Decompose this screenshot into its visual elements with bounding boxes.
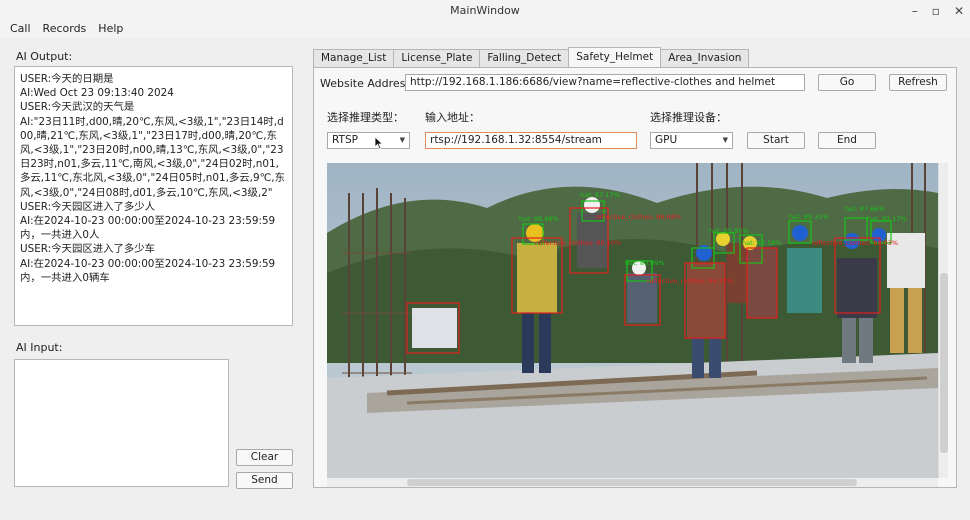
- menu-records[interactable]: Records: [43, 22, 87, 38]
- website-address-label: Website Address:: [320, 77, 415, 90]
- detection-label: hat: 87.17%: [580, 191, 620, 199]
- output-line: AI:Wed Oct 23 09:13:40 2024: [20, 87, 174, 100]
- detection-label: hat: 86.58%: [742, 239, 782, 247]
- chevron-down-icon: ▼: [722, 136, 728, 144]
- detection-label: hat: 83.17%: [867, 215, 907, 223]
- send-button[interactable]: Send: [236, 472, 293, 489]
- ai-output-box[interactable]: USER:今天的日期是 AI:Wed Oct 23 09:13:40 2024 …: [14, 66, 293, 326]
- detection-label: reflective_clothes: 80.03%: [812, 239, 898, 247]
- detection-label: hat: 85.90%: [709, 227, 749, 235]
- ai-output-label: AI Output:: [16, 50, 73, 63]
- infer-type-value: RTSP: [332, 134, 358, 146]
- infer-device-value: GPU: [655, 134, 678, 146]
- tab-safety-helmet[interactable]: Safety_Helmet: [568, 47, 662, 67]
- go-button[interactable]: Go: [818, 74, 876, 91]
- clear-button[interactable]: Clear: [236, 449, 293, 466]
- infer-type-select[interactable]: RTSP ▼: [327, 132, 410, 149]
- detection-label: reflective_clothes: 80.10%: [535, 239, 621, 247]
- horizontal-scrollbar[interactable]: [327, 478, 938, 487]
- infer-device-select[interactable]: GPU ▼: [650, 132, 733, 149]
- tab-manage-list[interactable]: Manage_List: [313, 49, 395, 67]
- scrollbar-thumb[interactable]: [407, 479, 857, 486]
- title-bar: MainWindow – ▫ ✕: [0, 0, 970, 22]
- detection-label: hat: 80.09%: [625, 259, 665, 267]
- output-line: AI:在2024-10-23 00:00:00至2024-10-23 23:59…: [20, 257, 276, 284]
- tab-license-plate[interactable]: License_Plate: [393, 49, 481, 67]
- website-address-input[interactable]: http://192.168.1.186:6686/view?name=refl…: [405, 74, 805, 91]
- detection-label: hat: 88.88%: [519, 215, 559, 223]
- video-stream-view[interactable]: hat: 87.17% hat: 88.88% reflective_cloth…: [327, 163, 938, 478]
- refresh-button[interactable]: Refresh: [889, 74, 947, 91]
- start-button[interactable]: Start: [747, 132, 805, 149]
- detection-label: hat: 89.31%: [789, 213, 829, 221]
- tab-bar: Manage_List License_Plate Falling_Detect…: [313, 47, 750, 67]
- menu-call[interactable]: Call: [10, 22, 31, 38]
- output-line: USER:今天武汉的天气是: [20, 101, 135, 114]
- close-icon[interactable]: ✕: [954, 0, 964, 22]
- infer-addr-label: 输入地址：: [425, 111, 480, 124]
- menu-bar: Call Records Help: [0, 22, 970, 38]
- chevron-down-icon: ▼: [399, 136, 405, 144]
- output-line: AI:在2024-10-23 00:00:00至2024-10-23 23:59…: [20, 215, 276, 242]
- ai-input-label: AI Input:: [16, 341, 63, 354]
- menu-help[interactable]: Help: [98, 22, 123, 38]
- detection-label: reflective_clothes: 86.68%: [595, 213, 681, 221]
- end-button[interactable]: End: [818, 132, 876, 149]
- detection-label: reflective_clothes: 84.22%: [647, 277, 733, 285]
- construction-scene-frame: hat: 87.17% hat: 88.88% reflective_cloth…: [327, 163, 938, 478]
- minimize-icon[interactable]: –: [912, 0, 918, 22]
- output-line: AI:"23日11时,d00,晴,20℃,东风,<3级,1","23日14时,d…: [20, 115, 285, 199]
- mouse-cursor-icon: [374, 136, 384, 150]
- tab-area-invasion[interactable]: Area_Invasion: [660, 49, 750, 67]
- output-line: USER:今天园区进入了多少车: [20, 243, 156, 256]
- ai-input-field[interactable]: [14, 359, 229, 487]
- window-controls: – ▫ ✕: [912, 0, 964, 22]
- infer-device-label: 选择推理设备：: [650, 111, 727, 124]
- tab-falling-detect[interactable]: Falling_Detect: [479, 49, 570, 67]
- output-line: USER:今天园区进入了多少人: [20, 200, 156, 213]
- infer-type-label: 选择推理类型：: [327, 111, 404, 124]
- detection-label: hat: 87.66%: [845, 205, 885, 213]
- scrollbar-thumb[interactable]: [940, 273, 948, 453]
- vertical-scrollbar[interactable]: [938, 163, 948, 478]
- window-title: MainWindow: [450, 4, 520, 17]
- rtsp-address-input[interactable]: rtsp://192.168.1.32:8554/stream: [425, 132, 637, 149]
- output-line: USER:今天的日期是: [20, 73, 114, 85]
- maximize-icon[interactable]: ▫: [932, 0, 940, 22]
